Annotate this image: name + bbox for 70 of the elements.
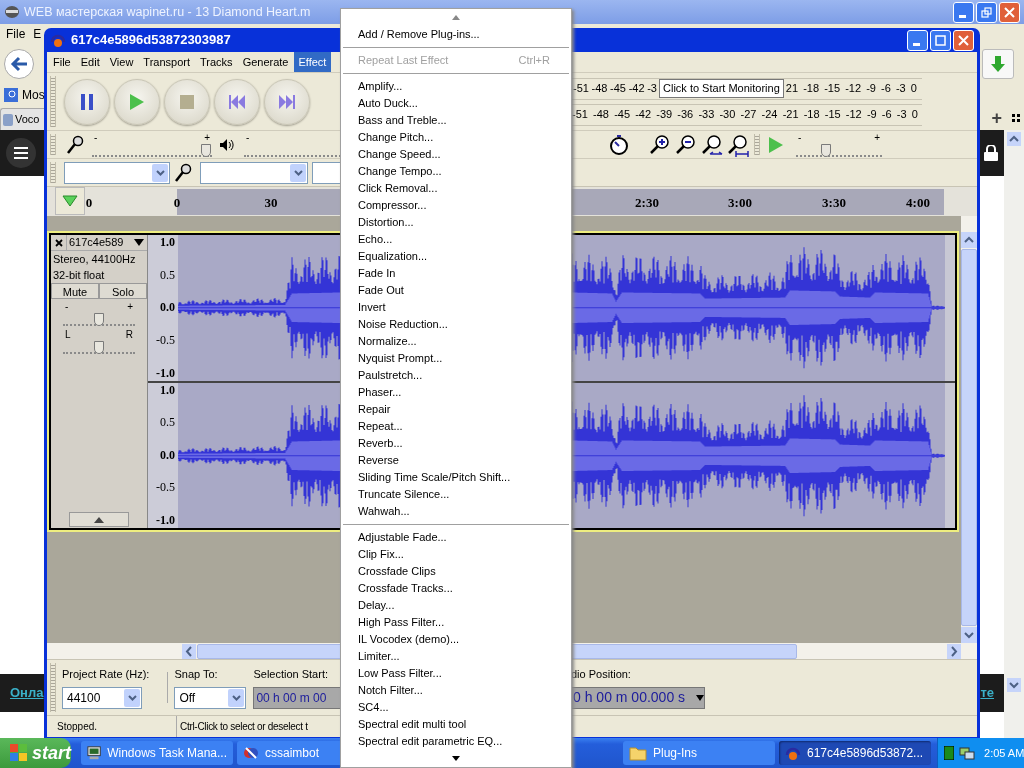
scale-label: -0.5 [156,481,175,495]
slider-min-label: L [65,330,71,340]
meter-scale-label: -42 [635,107,652,123]
meter-scale-label: -24 [761,107,778,123]
meter-scale-label: -39 [656,107,673,123]
scale-label: 0.0 [160,301,175,315]
meter-scale-label: -45 [614,107,631,123]
status-text: Stopped. [55,716,177,737]
meter-scale-label: 0 [910,81,917,97]
scale-label: 0.0 [160,448,175,462]
scale-label: 1.0 [160,383,175,397]
status-text: Ctrl-Click to select or deselect t [179,720,308,734]
meter-scale-label: -15 [824,81,841,97]
tooltip: Click to Start Monitoring [659,79,784,98]
meter-scale-label: -18 [803,81,820,97]
meter-scale-label: -9 [866,81,876,97]
meter-scale-label: -12 [845,81,862,97]
slider-min-label: - [798,132,802,143]
clock: 2:05 AM [984,745,1024,761]
shortcut-label: Ctrl+R [518,53,550,69]
browser-title: WEB мастерская wapinet.ru - 13 Diamond Heart.m [24,3,311,21]
meter-scale-label: 21 [785,81,798,97]
ruler-label: 3:30 [822,194,846,212]
meter-scale-label: -27 [740,107,757,123]
ruler-label: 2:30 [635,194,659,212]
meter-scale-label: -45 [610,81,626,97]
scale-label: -1.0 [156,514,175,527]
scale-label: 1.0 [160,236,175,249]
slider-max-label: + [127,302,133,312]
field-label: dio Position: [571,667,632,683]
track-info: 32-bit float [52,268,106,283]
meter-scale-label: -18 [803,107,820,123]
meter-scale-label: -12 [845,107,862,123]
meter-scale-label: -6 [881,81,891,97]
meter-scale-label: -51 [573,81,589,97]
meter-scale-label: -3 [895,81,906,97]
scale-label: 0.5 [160,268,175,282]
window-title: 617c4e5896d53872303987 [71,31,231,50]
ruler-label: 30 [264,194,278,212]
field-label: Snap To: [174,667,219,683]
meter-scale-label: -48 [593,107,609,123]
meter-scale-label: -30 [719,107,736,123]
track-info: Stereo, 44100Hz [52,252,137,267]
meter-scale-label: 0 [911,107,918,123]
ruler-label: 0 [173,194,181,212]
ruler-label: 4:00 [906,194,930,212]
field-label: Project Rate (Hz): [62,667,150,683]
field-label: Selection Start: [253,667,329,683]
slider-min-label: - [94,132,98,143]
meter-scale-label: -3 [896,107,907,123]
scale-label: 0.5 [160,416,175,430]
meter-scale-label: -33 [698,107,715,123]
ruler-label: 3:00 [728,194,752,212]
scale-label: -0.5 [156,333,175,347]
slider-max-label: + [204,132,210,143]
ruler-label: 0 [85,194,93,212]
meter-scale-label: -21 [782,107,799,123]
meter-scale-label: -36 [677,107,694,123]
meter-scale-label: -15 [824,107,841,123]
meter-scale-label: -3 [647,81,657,97]
slider-min-label: - [65,302,69,312]
slider-max-label: R [125,330,133,340]
scale-label: -1.0 [156,366,175,380]
meter-scale-label: -51 [572,107,588,123]
meter-scale-label: -48 [591,81,608,97]
meter-scale-label: -6 [881,107,892,123]
meter-scale-label: -9 [866,107,877,123]
slider-max-label: + [874,132,880,143]
slider-min-label: - [246,132,250,143]
meter-scale-label: -42 [628,81,645,97]
